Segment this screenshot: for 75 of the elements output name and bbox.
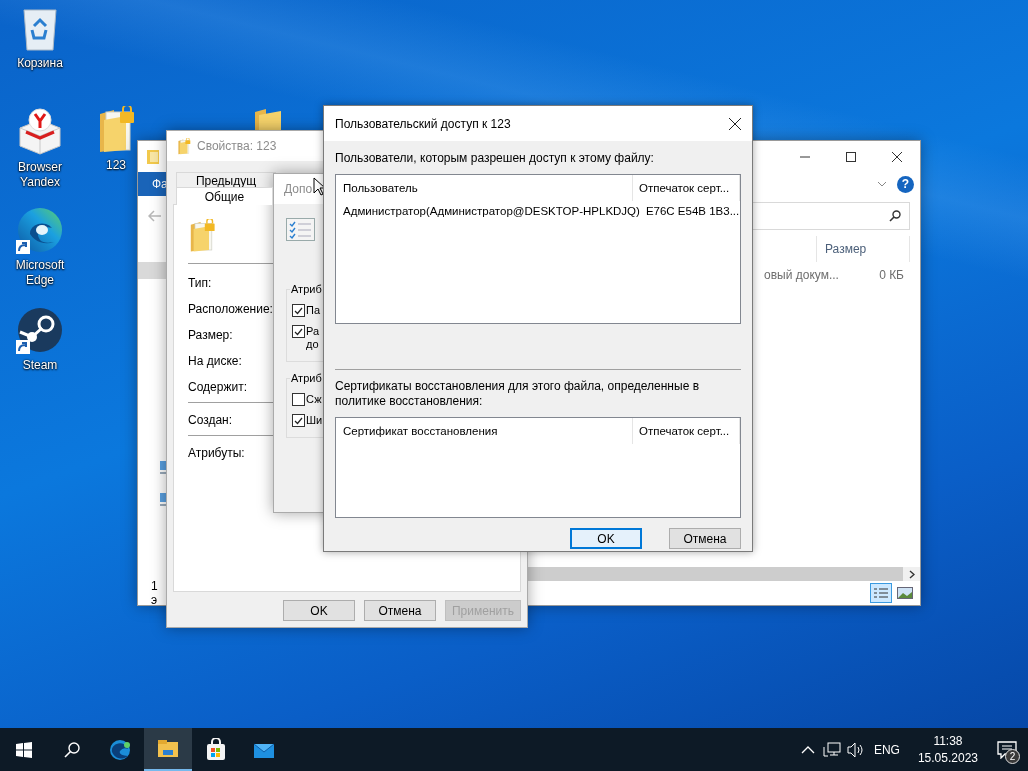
close-icon: [729, 117, 741, 130]
window-title: Пользовательский доступ к 123: [335, 116, 511, 131]
chevron-down-icon[interactable]: [877, 181, 887, 187]
field-label: Атрибуты:: [188, 446, 245, 460]
checkbox-label[interactable]: Сж: [306, 393, 322, 406]
field-label: Тип:: [188, 276, 212, 290]
desktop-icon-label[interactable]: Browser Yandex: [5, 160, 75, 190]
table-cell-text: овый докум...: [764, 268, 840, 282]
locked-folder-icon: [177, 137, 191, 155]
column-header[interactable]: Отпечаток серт...: [632, 175, 740, 201]
window-title: Допо: [284, 182, 313, 196]
field-label: На диске:: [188, 354, 242, 368]
clock[interactable]: 11:38 15.05.2023: [909, 732, 986, 767]
table-cell-text: 0 КБ: [878, 268, 905, 282]
yandex-box-icon: [16, 106, 64, 156]
folder-icon: [254, 109, 282, 130]
checkbox[interactable]: [292, 414, 305, 427]
list-icon: [873, 587, 889, 599]
windows-logo-icon: [16, 741, 32, 758]
mouse-pointer-icon: [313, 177, 326, 196]
checkbox[interactable]: [292, 325, 305, 338]
group-title: Атриб: [290, 283, 323, 295]
recycle-bin-icon: [21, 6, 59, 52]
dialog-button[interactable]: OK: [283, 600, 355, 621]
chevron-right-icon[interactable]: [908, 569, 915, 579]
field-label: Создан:: [188, 413, 233, 427]
tab[interactable]: Предыдущ: [176, 172, 276, 188]
nav-pane-highlight: [138, 262, 167, 279]
steam-icon: [16, 306, 64, 354]
image-icon: [897, 587, 913, 599]
maximize-icon: [846, 151, 856, 162]
desktop-icon-label[interactable]: Корзина: [17, 56, 63, 71]
edge-icon: [108, 737, 132, 762]
store-icon: [204, 737, 228, 762]
checklist-icon: [286, 218, 315, 241]
tab[interactable]: Общие: [176, 187, 273, 205]
search-icon: [889, 210, 901, 222]
locked-folder-icon: [188, 219, 216, 253]
language-indicator[interactable]: ENG: [867, 742, 910, 757]
checkbox-label[interactable]: Па: [306, 304, 322, 317]
field-label: Расположение:: [188, 302, 273, 316]
desktop-icon-label[interactable]: Microsoft Edge: [5, 258, 75, 288]
section-label: Пользователи, которым разрешен доступ к этому файлу:: [335, 151, 655, 165]
checkbox-label[interactable]: Ра до: [306, 325, 322, 351]
checkbox-label[interactable]: Ши: [306, 414, 322, 427]
dialog-button[interactable]: Отмена: [364, 600, 436, 621]
desktop-icon-label[interactable]: 123: [106, 158, 126, 173]
help-button[interactable]: ?: [897, 175, 914, 193]
column-header[interactable]: Отпечаток серт...: [632, 418, 740, 444]
window-title: Свойства: 123: [197, 139, 277, 153]
group-title: Атриб: [290, 372, 323, 384]
search-field[interactable]: [752, 202, 910, 230]
field-label: Размер:: [188, 328, 233, 342]
field-label: Содержит:: [188, 380, 247, 394]
dialog-button[interactable]: OK: [570, 528, 642, 549]
checkbox[interactable]: [292, 393, 305, 406]
folder-icon: [146, 148, 160, 165]
close-icon: [892, 151, 902, 162]
desktop-icon-label[interactable]: Steam: [22, 358, 58, 373]
column-header[interactable]: Сертификат восстановления: [336, 425, 632, 437]
section-label: Сертификаты восстановления для этого файла, определенные в политике восстановления:: [335, 379, 700, 409]
edge-icon: [16, 206, 64, 254]
search-icon: [64, 741, 80, 758]
taskbar-app-button[interactable]: [144, 728, 192, 771]
table-cell-text: Администратор(Администратор@DESKTOP-HPLKDJQ): [342, 205, 640, 217]
notification-count: 2: [1005, 749, 1020, 764]
checkbox[interactable]: [292, 304, 305, 317]
notification-button[interactable]: 2: [986, 728, 1028, 771]
column-header[interactable]: Размер: [816, 236, 910, 262]
column-header[interactable]: Пользователь: [336, 182, 632, 194]
table-cell-text: E76C E54B 1B3...: [644, 205, 740, 217]
details-view-button[interactable]: [870, 583, 892, 603]
message-icon: [997, 740, 1017, 759]
dialog-button[interactable]: Отмена: [669, 528, 741, 549]
item-count: 1 э: [151, 579, 159, 607]
